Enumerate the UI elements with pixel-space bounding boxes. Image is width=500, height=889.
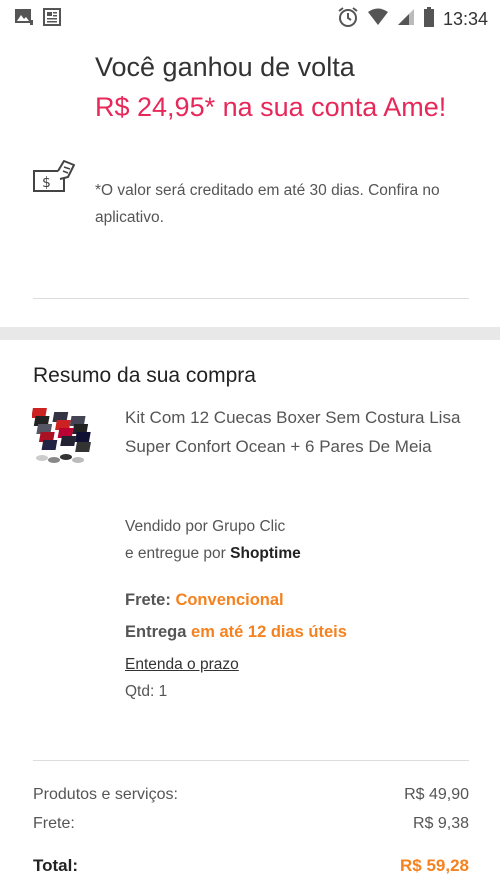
cell-signal-icon [397, 8, 415, 31]
entrega-label: Entrega [125, 623, 187, 641]
wifi-icon [367, 8, 389, 31]
seller-name: Grupo Clic [212, 518, 286, 535]
quantity: Qtd: 1 [125, 683, 168, 700]
alarm-icon [337, 6, 359, 33]
hand-money-icon: $ [30, 157, 78, 202]
understand-deadline-link[interactable]: Entenda o prazo [125, 656, 239, 674]
section-separator [0, 327, 500, 340]
shipping-label: Frete: [33, 815, 75, 832]
entrega-value: em até 12 dias úteis [191, 623, 347, 641]
clock: 13:34 [442, 9, 488, 29]
deliverer-name: Shoptime [230, 545, 301, 562]
summary-title: Resumo da sua compra [33, 364, 256, 387]
frete-label: Frete: [125, 591, 171, 609]
delivery-estimate: Entrega em até 12 dias úteis [125, 623, 347, 642]
divider [33, 760, 469, 761]
status-bar-left [14, 8, 62, 31]
status-bar: 13:34 [0, 0, 500, 36]
total-value: R$ 59,28 [400, 856, 469, 875]
product-thumbnail[interactable] [31, 402, 104, 472]
news-notification-icon [42, 8, 62, 31]
shipping-type: Frete: Convencional [125, 591, 284, 610]
products-value: R$ 49,90 [404, 786, 469, 803]
cashback-note: *O valor será creditado em até 30 dias. … [95, 182, 440, 226]
divider [33, 298, 469, 299]
delivered-by-prefix: e entregue por [125, 545, 226, 562]
total-row: Total: R$ 59,28 [33, 856, 469, 876]
total-label: Total: [33, 856, 79, 875]
shipping-cost-row: Frete: R$ 9,38 [33, 815, 469, 833]
svg-text:$: $ [42, 175, 51, 191]
cashback-title: Você ganhou de volta [95, 52, 355, 82]
products-label: Produtos e serviços: [33, 786, 178, 803]
status-bar-right: 13:34 [337, 6, 488, 33]
sold-by-prefix: Vendido por [125, 518, 208, 535]
seller-info: Vendido por Grupo Clic e entregue por Sh… [125, 513, 301, 567]
cashback-amount: R$ 24,95* na sua conta Ame! [95, 92, 447, 122]
shipping-value: R$ 9,38 [412, 815, 469, 832]
battery-icon [423, 7, 435, 32]
products-subtotal-row: Produtos e serviços: R$ 49,90 [33, 786, 469, 804]
product-name[interactable]: Kit Com 12 Cuecas Boxer Sem Costura Lisa… [125, 403, 470, 461]
gallery-notification-icon [14, 8, 34, 31]
frete-value: Convencional [175, 591, 284, 609]
